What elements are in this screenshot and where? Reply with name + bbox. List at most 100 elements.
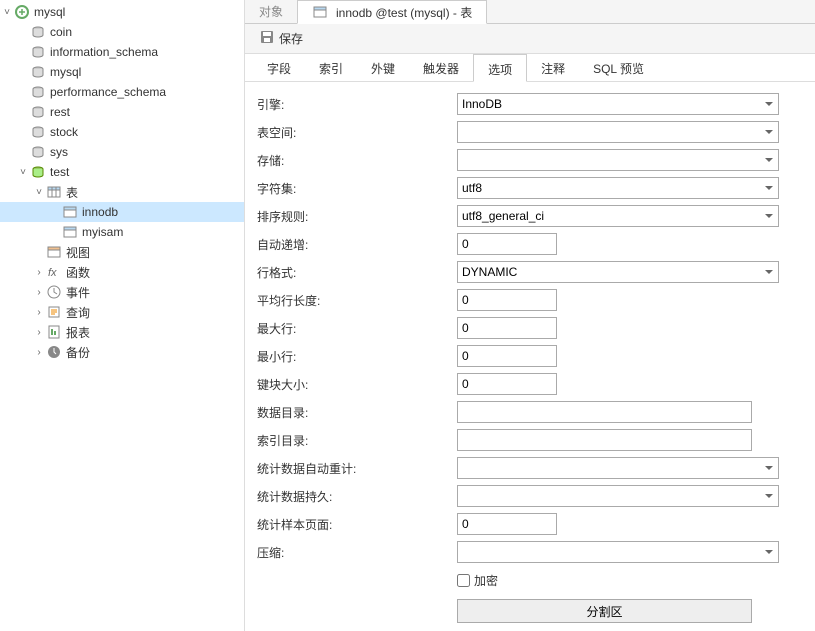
table-icon xyxy=(62,204,78,220)
subtab-fk[interactable]: 外键 xyxy=(357,54,409,81)
save-icon xyxy=(259,29,275,48)
tree-query-node[interactable]: › 查询 xyxy=(0,302,244,322)
tree-label: 视图 xyxy=(66,244,90,261)
tree-db-info[interactable]: information_schema xyxy=(0,42,244,62)
avgrow-label: 平均行长度: xyxy=(257,292,457,309)
tree-label: innodb xyxy=(82,205,118,219)
tree-label: 备份 xyxy=(66,344,90,361)
save-label: 保存 xyxy=(279,30,303,47)
statspages-input[interactable] xyxy=(457,513,557,535)
table-icon xyxy=(62,224,78,240)
rowformat-label: 行格式: xyxy=(257,264,457,281)
tree-label: coin xyxy=(50,25,72,39)
chevron-down-icon: ˅ xyxy=(16,165,30,179)
tree-db-perf[interactable]: performance_schema xyxy=(0,82,244,102)
subtab-comments[interactable]: 注释 xyxy=(527,54,579,81)
keyblock-label: 键块大小: xyxy=(257,376,457,393)
table-group-icon xyxy=(46,184,62,200)
connection-icon xyxy=(14,4,30,20)
database-icon xyxy=(30,104,46,120)
tree-table-innodb[interactable]: innodb xyxy=(0,202,244,222)
save-button[interactable]: 保存 xyxy=(253,27,309,50)
datadir-label: 数据目录: xyxy=(257,404,457,421)
view-icon xyxy=(46,244,62,260)
datadir-input[interactable] xyxy=(457,401,752,423)
autoinc-input[interactable] xyxy=(457,233,557,255)
charset-label: 字符集: xyxy=(257,180,457,197)
tab-label: innodb @test (mysql) - 表 xyxy=(336,4,472,21)
tree-report-node[interactable]: › 报表 xyxy=(0,322,244,342)
tree-db-sys[interactable]: sys xyxy=(0,142,244,162)
backup-icon xyxy=(46,344,62,360)
tree-label: 表 xyxy=(66,184,78,201)
statspersist-select[interactable] xyxy=(457,485,779,507)
database-icon xyxy=(30,164,46,180)
toolbar: 保存 xyxy=(245,24,815,54)
tree-connection[interactable]: ˅ mysql xyxy=(0,2,244,22)
avgrow-input[interactable] xyxy=(457,289,557,311)
tree-db-rest[interactable]: rest xyxy=(0,102,244,122)
subtab-indexes[interactable]: 索引 xyxy=(305,54,357,81)
tree-func-node[interactable]: › fx 函数 xyxy=(0,262,244,282)
database-icon xyxy=(30,24,46,40)
tree-label: myisam xyxy=(82,225,123,239)
database-icon xyxy=(30,44,46,60)
statsauto-select[interactable] xyxy=(457,457,779,479)
tree-db-mysql[interactable]: mysql xyxy=(0,62,244,82)
tab-table-editor[interactable]: innodb @test (mysql) - 表 xyxy=(297,0,487,24)
subtab-triggers[interactable]: 触发器 xyxy=(409,54,473,81)
tree-label: sys xyxy=(50,145,68,159)
keyblock-input[interactable] xyxy=(457,373,557,395)
subtab-sql[interactable]: SQL 预览 xyxy=(579,54,658,81)
tree-label: stock xyxy=(50,125,78,139)
statspages-label: 统计样本页面: xyxy=(257,516,457,533)
database-icon xyxy=(30,144,46,160)
minrows-input[interactable] xyxy=(457,345,557,367)
tree-table-myisam[interactable]: myisam xyxy=(0,222,244,242)
compress-label: 压缩: xyxy=(257,544,457,561)
storage-label: 存储: xyxy=(257,152,457,169)
compress-select[interactable] xyxy=(457,541,779,563)
chevron-right-icon: › xyxy=(32,265,46,279)
storage-select[interactable] xyxy=(457,149,779,171)
db-tree: ˅ mysql coin information_schema mysql pe… xyxy=(0,0,244,631)
tab-objects[interactable]: 对象 xyxy=(245,0,297,23)
options-form: 引擎: 表空间: 存储: 字符集: 排序规则: 自动递增: xyxy=(245,82,815,631)
tablespace-select[interactable] xyxy=(457,121,779,143)
database-icon xyxy=(30,84,46,100)
tree-backup-node[interactable]: › 备份 xyxy=(0,342,244,362)
report-icon xyxy=(46,324,62,340)
tree-db-stock[interactable]: stock xyxy=(0,122,244,142)
statspersist-label: 统计数据持久: xyxy=(257,488,457,505)
query-icon xyxy=(46,304,62,320)
subtab-options[interactable]: 选项 xyxy=(473,54,527,82)
minrows-label: 最小行: xyxy=(257,348,457,365)
collation-select[interactable] xyxy=(457,205,779,227)
subtab-fields[interactable]: 字段 xyxy=(253,54,305,81)
tree-db-test[interactable]: ˅ test xyxy=(0,162,244,182)
statsauto-label: 统计数据自动重计: xyxy=(257,460,457,477)
tree-tables-node[interactable]: ˅ 表 xyxy=(0,182,244,202)
tree-db-coin[interactable]: coin xyxy=(0,22,244,42)
tree-label: rest xyxy=(50,105,70,119)
encrypt-checkbox-row[interactable]: 加密 xyxy=(457,572,498,589)
database-icon xyxy=(30,124,46,140)
charset-select[interactable] xyxy=(457,177,779,199)
engine-select[interactable] xyxy=(457,93,779,115)
tree-label: performance_schema xyxy=(50,85,166,99)
partition-button[interactable]: 分割区 xyxy=(457,599,752,623)
rowformat-select[interactable] xyxy=(457,261,779,283)
tree-label: mysql xyxy=(34,5,65,19)
indexdir-input[interactable] xyxy=(457,429,752,451)
engine-label: 引擎: xyxy=(257,96,457,113)
autoinc-label: 自动递增: xyxy=(257,236,457,253)
tree-label: 报表 xyxy=(66,324,90,341)
maxrows-input[interactable] xyxy=(457,317,557,339)
tree-event-node[interactable]: › 事件 xyxy=(0,282,244,302)
tree-views-node[interactable]: 视图 xyxy=(0,242,244,262)
table-icon xyxy=(312,4,328,20)
encrypt-label: 加密 xyxy=(474,572,498,589)
encrypt-checkbox[interactable] xyxy=(457,574,470,587)
top-tabs: 对象 innodb @test (mysql) - 表 xyxy=(245,0,815,24)
tree-label: mysql xyxy=(50,65,81,79)
